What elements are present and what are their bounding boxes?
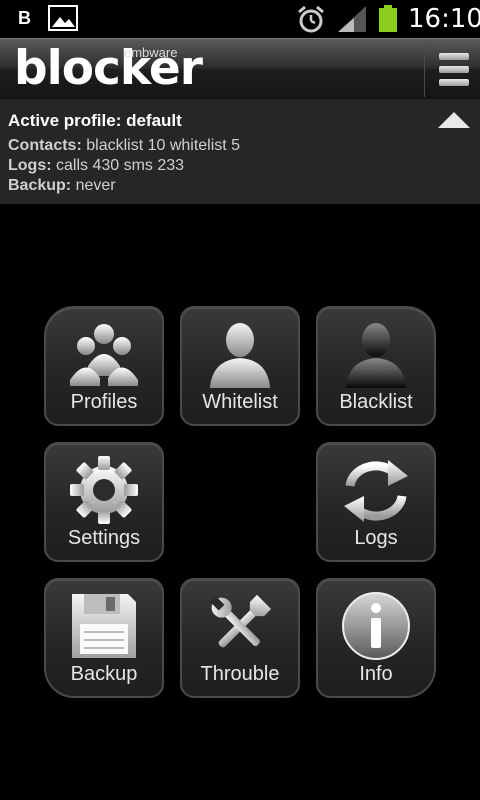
info-button[interactable]: Info <box>316 578 436 698</box>
floppy-disk-icon <box>72 594 136 658</box>
contacts-line: Contacts: blacklist 10 whitelist 5 <box>8 137 240 155</box>
blacklist-button[interactable]: Blacklist <box>316 306 436 426</box>
menu-button[interactable] <box>424 43 480 97</box>
settings-button[interactable]: Settings <box>44 442 164 562</box>
trouble-label: Throuble <box>200 663 280 685</box>
collapse-up-icon[interactable] <box>434 108 474 132</box>
info-icon <box>342 592 410 660</box>
logs-line: Logs: calls 430 sms 233 <box>8 157 184 175</box>
backup-label: Backup: <box>8 177 72 194</box>
clock-time: 16:10 <box>408 4 480 34</box>
profiles-button[interactable]: Profiles <box>44 306 164 426</box>
settings-label: Settings <box>67 527 141 549</box>
logs-button[interactable]: Logs <box>316 442 436 562</box>
status-bar: B 16:10 <box>0 0 480 38</box>
whitelist-label: Whitelist <box>202 391 278 413</box>
backup-label: Backup <box>70 663 138 685</box>
blacklist-label: Blacklist <box>339 391 413 413</box>
status-b-label: B <box>18 8 31 28</box>
contacts-label: Contacts: <box>8 137 82 154</box>
app-header: blocker embware <box>0 38 480 98</box>
profiles-icon <box>70 324 138 386</box>
whitelist-user-icon <box>210 323 270 388</box>
battery-icon <box>379 5 397 32</box>
refresh-icon <box>344 460 408 522</box>
backup-line: Backup: never <box>8 177 116 195</box>
trouble-button[interactable]: Throuble <box>180 578 300 698</box>
info-label: Info <box>359 663 393 685</box>
active-profile-title: Active profile: default <box>8 111 182 130</box>
app-brand: embware <box>124 45 178 60</box>
signal-icon <box>338 6 366 32</box>
whitelist-button[interactable]: Whitelist <box>180 306 300 426</box>
gear-icon <box>70 456 138 524</box>
profile-summary-panel: Active profile: default Contacts: blackl… <box>0 98 480 204</box>
tools-icon <box>210 594 272 648</box>
contacts-value: blacklist 10 whitelist 5 <box>86 137 241 154</box>
logs-value: calls 430 sms 233 <box>56 157 185 174</box>
alarm-icon <box>298 5 324 33</box>
gallery-icon <box>48 5 78 31</box>
logs-label: Logs <box>354 527 398 549</box>
backup-button[interactable]: Backup <box>44 578 164 698</box>
logs-label: Logs: <box>8 157 52 174</box>
profiles-label: Profiles <box>70 391 138 413</box>
blacklist-user-icon <box>346 323 406 388</box>
backup-value: never <box>75 177 116 194</box>
